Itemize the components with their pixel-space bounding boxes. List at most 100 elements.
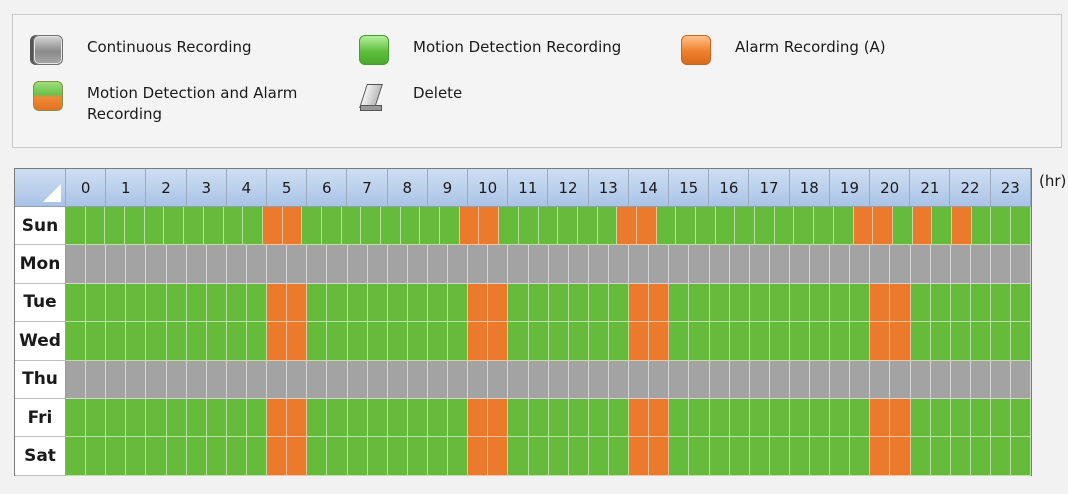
time-slot[interactable] [186,245,207,284]
time-slot[interactable] [656,207,677,246]
time-slot[interactable] [367,398,388,438]
time-slot[interactable] [568,245,589,284]
time-slot[interactable] [367,360,388,399]
time-slot[interactable] [649,283,670,323]
time-slot[interactable] [629,283,650,323]
time-slot[interactable] [448,437,469,476]
time-slot[interactable] [488,283,509,323]
time-slot[interactable] [459,207,480,246]
time-slot[interactable] [427,245,449,284]
time-slot[interactable] [1011,322,1032,361]
time-slot[interactable] [327,398,348,438]
time-slot[interactable] [873,207,893,246]
time-slot[interactable] [769,283,790,323]
time-slot[interactable] [608,283,630,323]
time-slot[interactable] [85,207,106,246]
time-slot[interactable] [597,207,618,246]
time-slot[interactable] [387,322,408,361]
time-slot[interactable] [105,207,126,246]
time-slot[interactable] [1011,207,1031,246]
hour-header-5[interactable]: 5 [267,169,308,207]
time-slot[interactable] [991,207,1011,246]
time-slot[interactable] [689,437,710,476]
time-slot[interactable] [568,322,589,361]
time-slot[interactable] [427,398,449,438]
time-slot[interactable] [629,322,650,361]
hour-header-3[interactable]: 3 [186,169,227,207]
time-slot[interactable] [794,207,815,246]
hour-header-18[interactable]: 18 [789,169,830,207]
time-slot[interactable] [729,283,750,323]
time-slot[interactable] [850,322,871,361]
time-slot[interactable] [991,398,1012,438]
time-slot[interactable] [287,245,308,284]
time-slot[interactable] [448,398,469,438]
time-slot[interactable] [206,245,227,284]
time-slot[interactable] [558,207,578,246]
time-slot[interactable] [912,207,933,246]
legend-delete[interactable]: Delete [359,81,462,111]
time-slot[interactable] [910,360,931,399]
time-slot[interactable] [267,360,288,399]
time-slot[interactable] [769,245,790,284]
time-slot[interactable] [538,207,559,246]
hour-header-17[interactable]: 17 [749,169,790,207]
time-slot[interactable] [508,437,529,476]
time-slot[interactable] [166,322,187,361]
time-slot[interactable] [427,322,449,361]
time-slot[interactable] [427,360,449,399]
time-slot[interactable] [669,245,690,284]
time-slot[interactable] [970,245,992,284]
time-slot[interactable] [307,360,328,399]
time-slot[interactable] [468,398,489,438]
time-slot[interactable] [146,398,167,438]
time-slot[interactable] [991,283,1012,323]
time-slot[interactable] [246,437,268,476]
time-slot[interactable] [789,245,811,284]
time-slot[interactable] [629,398,650,438]
time-slot[interactable] [890,360,911,399]
hour-header-12[interactable]: 12 [548,169,589,207]
time-slot[interactable] [970,283,992,323]
time-slot[interactable] [508,245,529,284]
time-slot[interactable] [321,207,342,246]
time-slot[interactable] [870,283,891,323]
time-slot[interactable] [649,437,670,476]
time-slot[interactable] [930,398,951,438]
time-slot[interactable] [830,437,851,476]
time-slot[interactable] [367,283,388,323]
time-slot[interactable] [267,283,288,323]
time-slot[interactable] [226,245,247,284]
time-slot[interactable] [1011,283,1032,323]
time-slot[interactable] [769,322,790,361]
time-slot[interactable] [850,283,871,323]
time-slot[interactable] [810,322,831,361]
time-slot[interactable] [203,207,224,246]
time-slot[interactable] [440,207,460,246]
time-slot[interactable] [262,207,283,246]
time-slot[interactable] [387,437,408,476]
time-slot[interactable] [608,398,630,438]
time-slot[interactable] [287,437,308,476]
time-slot[interactable] [508,283,529,323]
time-slot[interactable] [246,322,268,361]
time-slot[interactable] [830,283,851,323]
time-slot[interactable] [548,437,569,476]
time-slot[interactable] [932,207,952,246]
legend-motion-recording[interactable]: Motion Detection Recording [359,35,621,65]
time-slot[interactable] [749,245,770,284]
time-slot[interactable] [488,245,509,284]
time-slot[interactable] [890,283,911,323]
time-slot[interactable] [890,437,911,476]
time-slot[interactable] [970,398,992,438]
hour-header-13[interactable]: 13 [588,169,629,207]
time-slot[interactable] [669,322,690,361]
time-slot[interactable] [387,360,408,399]
time-slot[interactable] [125,207,145,246]
time-slot[interactable] [226,398,247,438]
time-slot[interactable] [144,207,165,246]
time-slot[interactable] [814,207,834,246]
time-slot[interactable] [749,360,770,399]
time-slot[interactable] [282,207,303,246]
time-slot[interactable] [617,207,637,246]
